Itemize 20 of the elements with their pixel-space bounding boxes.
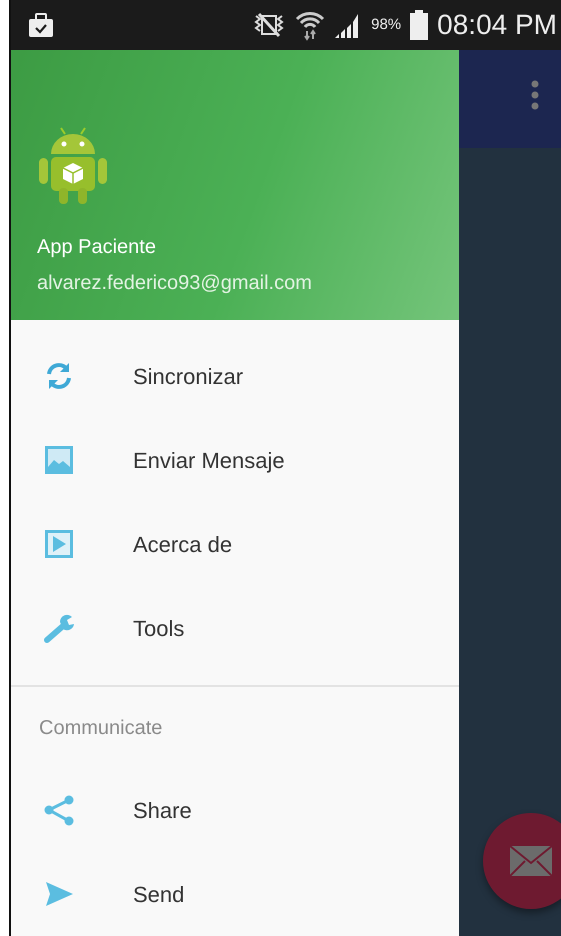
- envelope-icon: [510, 846, 552, 876]
- drawer-menu-item[interactable]: Tools: [11, 586, 459, 670]
- battery-icon: [409, 10, 430, 40]
- app-name: App Paciente: [37, 235, 157, 260]
- play-icon: [43, 528, 75, 560]
- wifi-icon: [295, 9, 326, 41]
- share-icon: [43, 794, 75, 826]
- account-email: alvarez.federico93@gmail.com: [37, 271, 313, 296]
- drawer-menu-item[interactable]: Enviar Mensaje: [11, 418, 459, 502]
- briefcase-check-icon: [28, 12, 54, 38]
- battery-percent: 98%: [371, 14, 402, 35]
- drawer-menu-item[interactable]: Share: [11, 768, 459, 852]
- drawer-menu-item[interactable]: Sincronizar: [11, 334, 459, 418]
- drawer-menu-item[interactable]: Acerca de: [11, 502, 459, 586]
- wrench-icon: [43, 612, 75, 644]
- section-heading: Communicate: [38, 716, 164, 741]
- drawer-menu-item[interactable]: Send: [11, 852, 459, 936]
- clock-time: 08:04 PM: [437, 11, 557, 39]
- overflow-menu-icon[interactable]: [531, 80, 539, 110]
- image-icon: [43, 444, 75, 476]
